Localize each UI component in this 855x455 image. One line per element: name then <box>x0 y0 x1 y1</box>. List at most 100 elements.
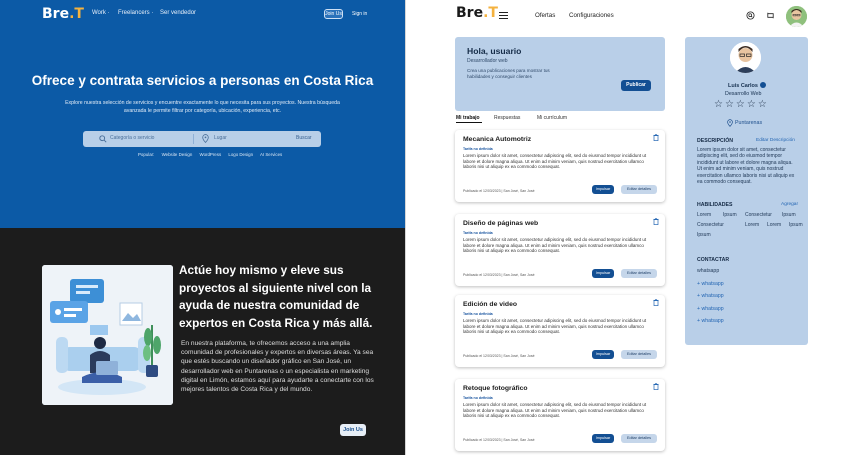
verified-icon <box>760 82 766 88</box>
card-rate: Tarifa no definida <box>463 396 493 400</box>
join-button[interactable]: Join Us <box>324 9 343 19</box>
edit-details-button[interactable]: Editar detalles <box>621 350 657 359</box>
nav-config[interactable]: Configuraciones <box>569 12 614 19</box>
skill-tag: Ipsum <box>782 212 796 218</box>
cta-section: Actúe hoy mismo y eleve sus proyectos al… <box>0 228 405 455</box>
signin-link[interactable]: Sign in <box>352 11 367 17</box>
trash-icon[interactable] <box>653 299 659 306</box>
welcome-card: Hola, usuario Desarrollador web Crea una… <box>455 37 665 111</box>
edit-details-button[interactable]: Editar detalles <box>621 269 657 278</box>
logo[interactable]: Bre.T <box>42 6 84 22</box>
nav-work[interactable]: Work · <box>92 10 110 16</box>
skill-tag: Lorem <box>767 222 782 228</box>
profile-role: Desarrollo Web <box>725 91 762 97</box>
trash-icon[interactable] <box>653 134 659 141</box>
profile-card: Luis Carlos Desarrollo Web ☆☆☆☆☆ Puntare… <box>685 37 808 345</box>
hero-description: Explore nuestra selección de servicios y… <box>65 100 340 114</box>
location-pin-icon <box>727 119 733 127</box>
add-contact-link[interactable]: + whatsapp <box>697 306 724 312</box>
refresh-icon[interactable] <box>766 11 775 20</box>
illustration <box>42 265 173 405</box>
add-contact-link[interactable]: + whatsapp <box>697 318 724 324</box>
nav-offers[interactable]: Ofertas <box>535 12 555 19</box>
search-icon[interactable] <box>746 11 755 20</box>
card-meta: Publicado el 12/03/2023 | San José, San … <box>463 189 535 193</box>
join-button-bottom[interactable]: Join Us <box>340 424 366 436</box>
card-title: Mecanica Automotriz <box>463 136 532 143</box>
dashboard-panel: Bre.T Ofertas Configuraciones Hola, usua… <box>407 0 855 455</box>
nav-seller[interactable]: Ser vendedor <box>160 10 196 16</box>
skill-tag: Consectetur <box>745 212 772 218</box>
skill-tag: Consectetur <box>697 222 724 228</box>
trash-icon[interactable] <box>653 383 659 390</box>
panel-divider <box>405 0 406 455</box>
tag-logo-design[interactable]: Logo Design <box>228 152 253 157</box>
skill-tag: Ipsum <box>723 212 737 218</box>
boost-button[interactable]: Impulsar <box>592 269 614 278</box>
skill-tag: Lorem <box>745 222 760 228</box>
boost-button[interactable]: Impulsar <box>592 434 614 443</box>
location-input[interactable]: Lugar <box>214 135 227 141</box>
hero-section: Bre.T Work · Freelancers · Ser vendedor … <box>0 0 405 228</box>
profile-description: Lorem ipsum dolor sit amet, consectetur … <box>697 147 795 186</box>
add-skill-link[interactable]: Agregar <box>781 202 798 207</box>
edit-details-button[interactable]: Editar detalles <box>621 185 657 194</box>
add-contact-link[interactable]: + whatsapp <box>697 293 724 299</box>
description-heading: DESCRIPCIÓN <box>697 138 734 144</box>
job-card: Mecanica Automotriz Tarifa no definida L… <box>455 130 665 202</box>
menu-icon[interactable] <box>499 12 508 19</box>
welcome-subtitle: Desarrollador web <box>467 58 508 64</box>
skill-tag: Ipsum <box>789 222 803 228</box>
trash-icon[interactable] <box>653 218 659 225</box>
card-meta: Publicado el 12/03/2023 | San José, San … <box>463 354 535 358</box>
tab-mi-trabajo[interactable]: Mi trabajo <box>456 115 482 123</box>
popular-tags: Popular: Website Design WordPress Logo D… <box>138 152 288 157</box>
person-laptop-illustration <box>42 265 173 405</box>
skill-tag: Ipsum <box>697 232 711 238</box>
cta-title: Actúe hoy mismo y eleve sus proyectos al… <box>179 263 373 330</box>
search-bar[interactable]: Categoría o servicio Lugar Buscar <box>83 131 321 147</box>
search-icon <box>99 135 107 143</box>
edit-description-link[interactable]: Editar Descripción <box>756 138 795 143</box>
publish-button[interactable]: Publicar <box>621 80 651 91</box>
contact-item[interactable]: whatsapp <box>697 268 719 274</box>
tab-mi-curriculum[interactable]: Mi currículum <box>537 115 567 121</box>
avatar[interactable] <box>786 6 807 27</box>
card-rate: Tarifa no definida <box>463 231 493 235</box>
tab-respuestas[interactable]: Respuestas <box>494 115 520 121</box>
boost-button[interactable]: Impulsar <box>592 185 614 194</box>
tag-website-design[interactable]: Website Design <box>162 152 193 157</box>
edit-details-button[interactable]: Editar detalles <box>621 434 657 443</box>
search-divider <box>193 134 194 144</box>
logo[interactable]: Bre.T <box>456 5 498 21</box>
welcome-text: Crea una publicaciones para mostrar tus … <box>467 68 550 80</box>
search-button[interactable]: Buscar <box>296 135 312 141</box>
category-input[interactable]: Categoría o servicio <box>110 135 154 141</box>
add-contact-link[interactable]: + whatsapp <box>697 281 724 287</box>
card-rate: Tarifa no definida <box>463 312 493 316</box>
location-pin-icon <box>202 134 209 143</box>
card-text: Lorem ipsum dolor sit amet, consectetur … <box>463 153 647 169</box>
card-title: Edición de video <box>463 301 518 308</box>
landing-panel: Bre.T Work · Freelancers · Ser vendedor … <box>0 0 405 455</box>
profile-avatar <box>730 42 761 73</box>
boost-button[interactable]: Impulsar <box>592 350 614 359</box>
tag-wordpress[interactable]: WordPress <box>200 152 222 157</box>
hero-title: Ofrece y contrata servicios a personas e… <box>31 73 374 88</box>
tabs: Mi trabajo Respuestas Mi currículum <box>455 115 665 125</box>
card-text: Lorem ipsum dolor sit amet, consectetur … <box>463 402 647 418</box>
rating-stars[interactable]: ☆☆☆☆☆ <box>714 99 769 110</box>
tag-ai-services[interactable]: AI Services <box>260 152 282 157</box>
skills-heading: HABILIDADES <box>697 202 733 208</box>
profile-name: Luis Carlos <box>728 83 758 89</box>
card-rate: Tarifa no definida <box>463 147 493 151</box>
job-card: Diseño de páginas web Tarifa no definida… <box>455 214 665 286</box>
nav-freelancers[interactable]: Freelancers · <box>118 10 153 16</box>
welcome-title: Hola, usuario <box>467 46 522 56</box>
skill-tag: Lorem <box>697 212 712 218</box>
profile-location: Puntarenas <box>735 120 763 126</box>
card-text: Lorem ipsum dolor sit amet, consectetur … <box>463 318 647 334</box>
card-meta: Publicado el 12/03/2023 | San José, San … <box>463 273 535 277</box>
contact-heading: CONTACTAR <box>697 257 730 263</box>
card-meta: Publicado el 12/03/2023 | San José, San … <box>463 438 535 442</box>
